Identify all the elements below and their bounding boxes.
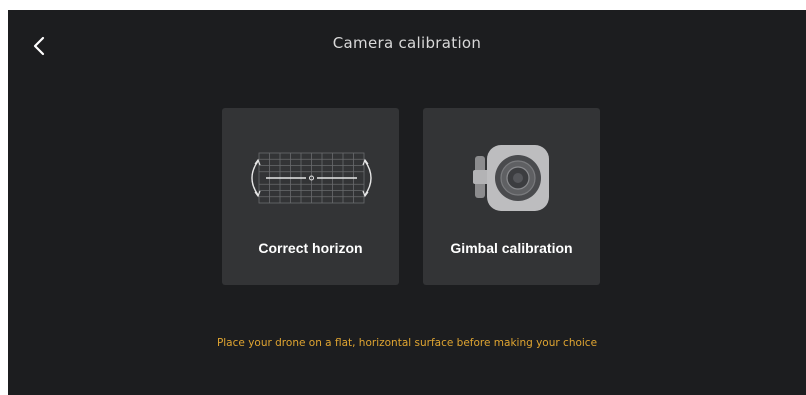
page-title: Camera calibration <box>332 34 482 52</box>
correct-horizon-card[interactable]: Correct horizon <box>222 108 399 285</box>
horizon-grid-icon <box>222 138 399 218</box>
calibration-screen: Camera calibration Correct horizon Gimba… <box>8 10 806 395</box>
instruction-hint: Place your drone on a flat, horizontal s… <box>216 337 598 349</box>
correct-horizon-label: Correct horizon <box>258 240 363 256</box>
gimbal-calibration-card[interactable]: Gimbal calibration <box>423 108 600 285</box>
gimbal-calibration-label: Gimbal calibration <box>450 240 573 256</box>
gimbal-camera-icon <box>423 138 600 218</box>
